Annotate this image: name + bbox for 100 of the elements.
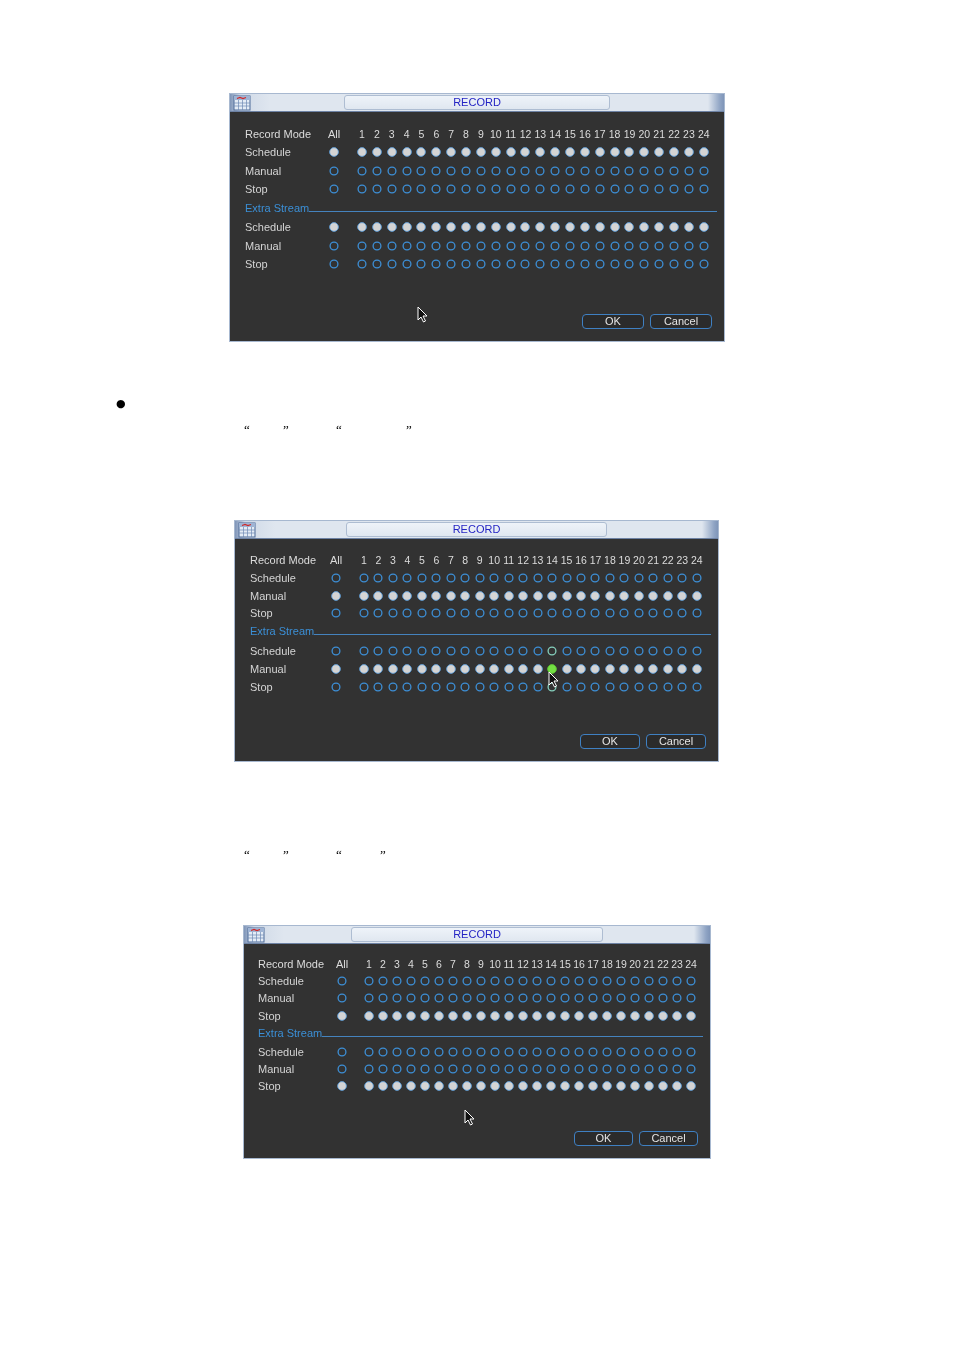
channel-number: 5 [417, 554, 426, 566]
window-title: RECORD [346, 522, 607, 537]
cancel-button[interactable]: Cancel [639, 1131, 698, 1146]
quotation-mark: “ [335, 421, 343, 438]
mode-label: Manual [245, 164, 283, 177]
channel-number: 19 [617, 554, 632, 566]
channel-number: 14 [545, 554, 559, 566]
channel-number: 15 [563, 128, 577, 140]
channel-number: 23 [675, 554, 690, 566]
channel-number: 2 [374, 554, 383, 566]
channel-number: 22 [661, 554, 675, 566]
channel-number: 13 [533, 128, 548, 140]
section-heading: Extra Stream [258, 1026, 323, 1039]
bullet-marker: ● [116, 396, 126, 412]
channel-number: 1 [360, 554, 368, 566]
mode-label: Manual [245, 239, 283, 252]
channel-number: 21 [652, 128, 667, 140]
channel-number: 24 [696, 128, 711, 140]
channel-number: 21 [646, 554, 661, 566]
channel-number: 7 [449, 958, 457, 970]
mode-label: Stop [258, 1080, 282, 1093]
mode-label: Schedule [258, 1045, 305, 1058]
channel-number: 4 [402, 128, 411, 140]
channel-number: 16 [578, 128, 592, 140]
mode-label: Stop [258, 1009, 282, 1022]
mode-label: Manual [258, 992, 296, 1005]
cancel-button[interactable]: Cancel [650, 314, 712, 329]
channel-number: 14 [544, 958, 558, 970]
cancel-button[interactable]: Cancel [646, 734, 706, 749]
column-header: All [328, 554, 344, 566]
window-title: RECORD [351, 927, 603, 942]
quotation-mark: ” [379, 846, 387, 863]
channel-number: 1 [358, 128, 366, 140]
column-header: All [326, 128, 342, 140]
channel-number: 3 [389, 554, 397, 566]
quotation-mark: “ [335, 846, 343, 863]
channel-number: 19 [622, 128, 637, 140]
channel-number: 5 [421, 958, 429, 970]
mode-label: Stop [250, 607, 274, 620]
section-heading: Extra Stream [250, 625, 315, 638]
quotation-mark: ” [282, 421, 290, 438]
channel-number: 12 [518, 128, 533, 140]
channel-number: 18 [600, 958, 614, 970]
channel-number: 7 [446, 554, 455, 566]
channel-number: 7 [447, 128, 456, 140]
channel-number: 13 [530, 958, 544, 970]
channel-number: 20 [632, 554, 646, 566]
channel-number: 18 [603, 554, 617, 566]
window-title: RECORD [343, 95, 611, 110]
channel-number: 22 [656, 958, 670, 970]
quotation-mark: “ [243, 846, 251, 863]
channel-number: 13 [530, 554, 545, 566]
mode-label: Manual [250, 589, 288, 602]
mode-label: Schedule [250, 571, 297, 584]
channel-number: 24 [684, 958, 698, 970]
mode-label: Schedule [258, 975, 305, 988]
channel-number: 23 [682, 128, 696, 140]
ok-button[interactable]: OK [582, 314, 644, 329]
channel-number: 6 [432, 128, 441, 140]
column-header: All [334, 958, 350, 970]
channel-number: 20 [637, 128, 652, 140]
channel-number: 21 [642, 958, 656, 970]
cursor-icon [417, 306, 428, 323]
channel-number: 10 [487, 554, 502, 566]
channel-number: 11 [502, 554, 516, 566]
mode-label: Schedule [245, 146, 292, 159]
channel-number: 22 [667, 128, 681, 140]
channel-number: 2 [379, 958, 387, 970]
channel-number: 6 [432, 554, 441, 566]
channel-number: 10 [488, 958, 502, 970]
channel-number: 3 [387, 128, 396, 140]
mode-label: Manual [250, 663, 288, 676]
cursor-icon [548, 671, 560, 689]
channel-number: 9 [476, 128, 485, 140]
ok-button[interactable]: OK [580, 734, 640, 749]
channel-number: 15 [559, 554, 574, 566]
channel-number: 4 [407, 958, 415, 970]
channel-number: 1 [365, 958, 373, 970]
column-header: Record Mode [245, 128, 313, 140]
channel-number: 20 [628, 958, 642, 970]
channel-number: 14 [548, 128, 563, 140]
channel-number: 15 [558, 958, 572, 970]
channel-number: 17 [588, 554, 603, 566]
column-header: Record Mode [258, 958, 326, 970]
channel-number: 12 [516, 958, 530, 970]
channel-number: 11 [504, 128, 518, 140]
mode-label: Manual [258, 1063, 296, 1076]
mode-label: Stop [250, 680, 274, 693]
channel-number: 8 [463, 958, 471, 970]
channel-number: 18 [607, 128, 622, 140]
channel-number: 9 [475, 554, 484, 566]
quotation-mark: “ [243, 421, 251, 438]
channel-number: 23 [670, 958, 684, 970]
channel-number: 24 [689, 554, 704, 566]
channel-number: 6 [435, 958, 443, 970]
section-heading: Extra Stream [245, 201, 310, 214]
channel-number: 4 [403, 554, 412, 566]
channel-number: 16 [572, 958, 586, 970]
ok-button[interactable]: OK [574, 1131, 633, 1146]
channel-number: 17 [586, 958, 600, 970]
